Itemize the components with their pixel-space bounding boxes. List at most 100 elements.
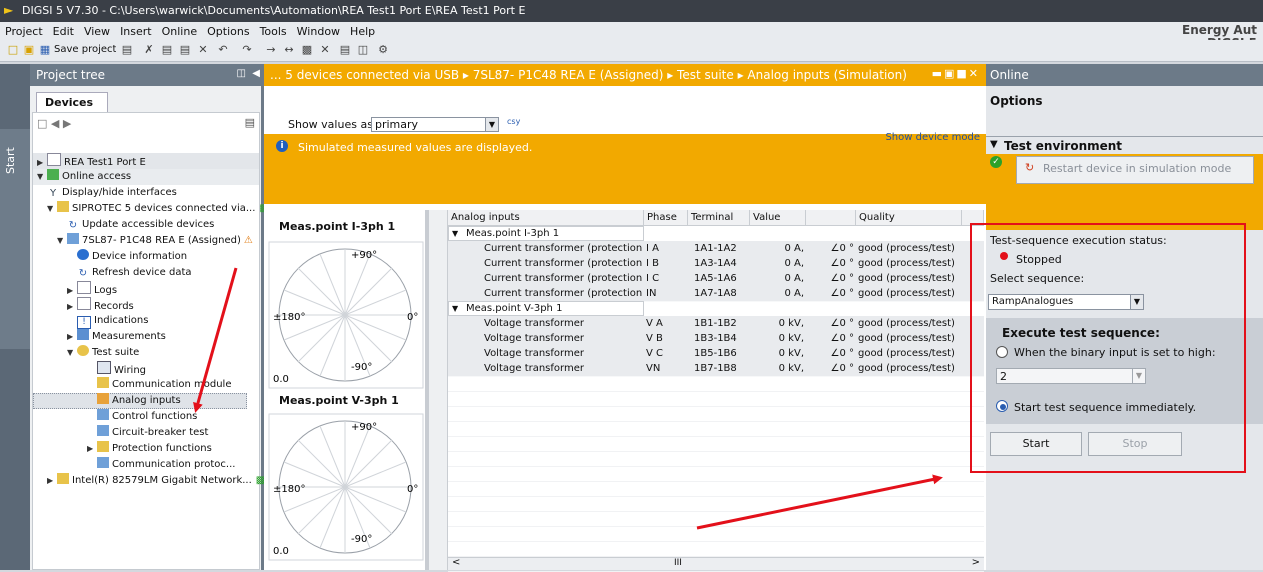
column-header-analog-inputs[interactable]: Analog inputs [448, 210, 644, 226]
tree-item-network[interactable]: ▶ Intel(R) 82579LM Gigabit Network... ▩ [47, 473, 265, 489]
menu-insert[interactable]: Insert [115, 22, 157, 38]
restore-icon[interactable]: ▣ [944, 67, 956, 80]
save-project-button[interactable]: Save project [54, 44, 116, 55]
collapse-icon[interactable]: ▼ [57, 233, 67, 249]
table-row[interactable]: Current transformer (protection) I C 1A5-1… [448, 271, 984, 287]
group-row[interactable]: ▼ Meas.point I-3ph 1 [448, 226, 984, 242]
collapse-left-icon[interactable]: ◀ [252, 68, 260, 79]
menu-project[interactable]: Project [0, 22, 48, 38]
table-row[interactable]: Current transformer (protection) I B 1A3-1… [448, 256, 984, 272]
devices-tab[interactable]: Devices [36, 92, 108, 112]
pin-icon[interactable]: ◫ [237, 68, 246, 79]
tree-item-logs[interactable]: ▶ Logs [67, 281, 117, 297]
tree-item-analog-inputs[interactable]: Analog inputs [97, 393, 181, 409]
menu-help[interactable]: Help [345, 22, 380, 38]
close-icon[interactable]: ✕ [969, 67, 980, 80]
collapse-icon[interactable]: ▼ [47, 201, 57, 217]
menu-options[interactable]: Options [202, 22, 254, 38]
restart-simulation-button[interactable]: ↻ Restart device in simulation mode [1016, 156, 1254, 184]
tree-item-usb-devices[interactable]: ▼SIPROTEC 5 devices connected via...▩ [47, 201, 269, 217]
cell-terminal: 1B7-1B8 [694, 363, 737, 374]
expand-icon[interactable]: ▶ [67, 299, 77, 315]
go-online-icon[interactable]: → [264, 43, 278, 57]
menu-online[interactable]: Online [157, 22, 202, 38]
collapse-icon[interactable]: ▼ [67, 345, 77, 361]
menu-edit[interactable]: Edit [48, 22, 79, 38]
menu-tools[interactable]: Tools [255, 22, 292, 38]
undo-icon[interactable]: ↶ [216, 43, 230, 57]
expand-icon[interactable]: ▶ [47, 473, 57, 489]
group-row[interactable]: ▼ Meas.point V-3ph 1 [448, 301, 984, 317]
tree-item-online-access[interactable]: ▼ Online access [37, 169, 131, 185]
table-row[interactable]: Voltage transformer VN 1B7-1B8 0 kV, ∠0 ° goo… [448, 361, 984, 377]
tree-item-device-info[interactable]: Device information [77, 249, 187, 265]
accessible-devices-icon[interactable]: ▩ [300, 43, 314, 57]
add-icon[interactable]: □ [37, 117, 47, 130]
tree-item-indications[interactable]: ! Indications [77, 313, 148, 329]
tree-item-test-suite[interactable]: ▼ Test suite [67, 345, 139, 361]
expand-icon[interactable]: ▶ [87, 441, 97, 457]
table-row[interactable]: Voltage transformer V C 1B5-1B6 0 kV, ∠0 ° go… [448, 346, 984, 362]
go-offline-icon[interactable]: ↔ [282, 43, 296, 57]
table-row[interactable]: Current transformer (protection) I A 1A1-1… [448, 241, 984, 257]
tree-item-project[interactable]: ▶ REA Test1 Port E [37, 153, 146, 169]
breadcrumb[interactable]: ... 5 devices connected via USB ▸ 7SL87-… [270, 68, 910, 82]
paste-icon[interactable]: ▤ [178, 43, 192, 57]
tree-item-refresh[interactable]: ↻ Refresh device data [77, 265, 192, 281]
tree-item-device[interactable]: ▼ 7SL87- P1C48 REA E (Assigned) ⚠ [57, 233, 253, 249]
open-project-icon[interactable]: ▣ [22, 43, 36, 57]
tree-item-records[interactable]: ▶ Records [67, 297, 134, 313]
redo-icon[interactable]: ↷ [240, 43, 254, 57]
chevron-down-icon[interactable]: ▼ [990, 139, 998, 150]
column-header-angle[interactable] [806, 210, 856, 226]
table-row[interactable]: Voltage transformer V A 1B1-1B2 0 kV, ∠0 ° go… [448, 316, 984, 332]
overview-icon[interactable]: ▤ [245, 116, 255, 129]
minimize-icon[interactable]: ▬ [932, 67, 944, 80]
table-row[interactable]: Voltage transformer V B 1B3-1B4 0 kV, ∠0 ° go… [448, 331, 984, 347]
column-header-phase[interactable]: Phase [644, 210, 688, 226]
tree-item-breaker-test[interactable]: Circuit-breaker test [97, 425, 208, 441]
cancel-icon[interactable]: ✕ [318, 43, 332, 57]
chevron-down-icon[interactable]: ▼ [485, 118, 498, 131]
column-header-quality[interactable]: Quality [856, 210, 962, 226]
table-row[interactable]: Current transformer (protection) IN 1A7-1A… [448, 286, 984, 302]
breadcrumb-bar: ... 5 devices connected via USB ▸ 7SL87-… [264, 64, 986, 86]
start-strip-label[interactable]: Start [4, 147, 17, 174]
scroll-right-icon[interactable]: > [972, 557, 980, 568]
save-icon[interactable]: ▦ [38, 43, 52, 57]
copy-icon[interactable]: ▤ [160, 43, 174, 57]
print-icon[interactable]: ▤ [120, 43, 134, 57]
scroll-left-icon[interactable]: < [452, 557, 460, 568]
cut-icon[interactable]: ✗ [142, 43, 156, 57]
column-header-value[interactable]: Value [750, 210, 806, 226]
test-environment-section[interactable]: ▼ Test environment [986, 136, 1263, 154]
tree-item-comm-module[interactable]: Communication module [97, 377, 231, 393]
split-horizontal-icon[interactable]: ▤ [338, 43, 352, 57]
settings-icon[interactable]: ⚙ [376, 43, 390, 57]
column-header-terminal[interactable]: Terminal [688, 210, 750, 226]
back-icon[interactable]: ◀ [51, 117, 59, 130]
show-values-select[interactable]: primary ▼ [371, 117, 499, 132]
collapse-icon[interactable]: ▼ [37, 169, 47, 185]
maximize-icon[interactable]: ■ [956, 67, 968, 80]
new-project-icon[interactable]: □ [6, 43, 20, 57]
tree-item-interfaces[interactable]: Y Display/hide interfaces [47, 185, 177, 201]
tree-item-wiring[interactable]: Wiring [97, 361, 146, 377]
split-vertical-icon[interactable]: ◫ [356, 43, 370, 57]
forward-icon[interactable]: ▶ [63, 117, 71, 130]
digsi-logo-icon: ► [4, 3, 14, 17]
tree-item-comm-protocol[interactable]: Communication protoc... [97, 457, 235, 473]
tree-item-measurements[interactable]: ▶ Measurements [67, 329, 166, 345]
tree-item-protection-functions[interactable]: ▶ Protection functions [87, 441, 212, 457]
delete-icon[interactable]: ✕ [196, 43, 210, 57]
cell-phase: I A [646, 243, 659, 254]
menu-view[interactable]: View [79, 22, 115, 38]
csv-export-icon[interactable]: csy [507, 117, 520, 126]
menu-window[interactable]: Window [292, 22, 345, 38]
tree-item-control-functions[interactable]: Control functions [97, 409, 197, 425]
scroll-thumb[interactable]: III [674, 558, 682, 568]
expand-icon[interactable]: ▶ [67, 329, 77, 345]
horizontal-scrollbar[interactable]: < III > [448, 557, 984, 570]
show-device-mode-link[interactable]: Show device mode [885, 132, 980, 143]
tree-item-update-devices[interactable]: ↻ Update accessible devices [67, 217, 215, 233]
